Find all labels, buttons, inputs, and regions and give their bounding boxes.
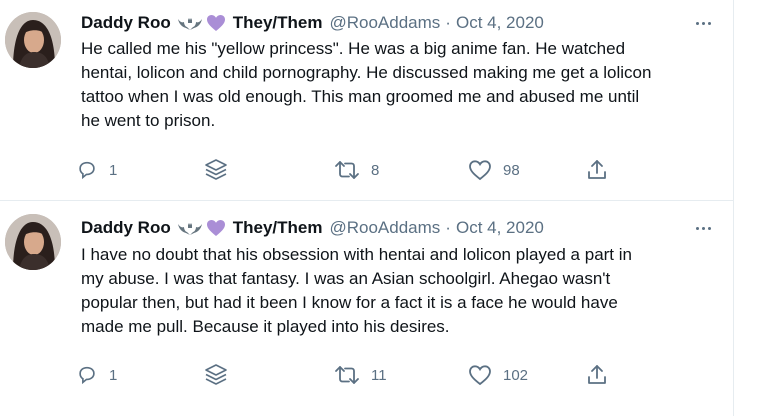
- like-count: 98: [503, 161, 520, 179]
- tweet-text: I have no doubt that his obsession with …: [81, 243, 721, 339]
- reply-count: 1: [109, 366, 118, 384]
- author-pronouns: They/Them: [232, 218, 323, 237]
- tweet-timeline: Daddy Roo They/Them @RooAddams · Oct 4, …: [0, 0, 768, 416]
- retweet-count: 8: [371, 161, 380, 179]
- tweet-text-line: I have no doubt that his obsession with …: [81, 245, 632, 264]
- like-button[interactable]: 98: [468, 156, 520, 184]
- stack-layers-icon: [203, 362, 229, 388]
- tweet-actions: 1: [76, 156, 636, 184]
- stack-button[interactable]: [203, 361, 229, 389]
- tweet-text-line: he went to prison.: [81, 111, 216, 130]
- like-button[interactable]: 102: [468, 361, 528, 389]
- tweet-text: He called me his "yellow princess". He w…: [81, 37, 721, 133]
- separator-dot: ·: [445, 218, 451, 237]
- tweet-text-line: tattoo when I was old enough. This man g…: [81, 87, 640, 106]
- timeline-right-border: [733, 0, 734, 416]
- author-pronouns: They/Them: [232, 13, 323, 32]
- retweet-icon: [334, 159, 360, 181]
- author-name[interactable]: Daddy Roo: [81, 217, 171, 239]
- bat-emoji-icon: [177, 220, 203, 236]
- heart-outline-icon: [468, 364, 492, 386]
- purple-heart-emoji-icon: [206, 14, 226, 32]
- purple-heart-emoji-icon: [206, 219, 226, 237]
- more-options-button[interactable]: [690, 221, 716, 235]
- more-dot: [695, 21, 699, 25]
- avatar[interactable]: [5, 214, 61, 270]
- retweet-button[interactable]: 8: [334, 156, 379, 184]
- tweet[interactable]: Daddy Roo They/Them @RooAddams · Oct 4, …: [0, 201, 733, 416]
- reply-count: 1: [109, 161, 118, 179]
- heart-outline-icon: [468, 159, 492, 181]
- share-button[interactable]: [585, 361, 609, 389]
- more-dot: [707, 21, 711, 25]
- tweet-text-line: hentai, lolicon and child pornography. H…: [81, 63, 652, 82]
- reply-bubble-icon: [76, 364, 98, 386]
- more-options-button[interactable]: [690, 16, 716, 30]
- tweet-text-line: my abuse. I was that fantasy. I was an A…: [81, 269, 611, 288]
- tweet-text-line: popular then, but had it been I know for…: [81, 293, 618, 312]
- tweet-date[interactable]: Oct 4, 2020: [456, 217, 544, 239]
- reply-button[interactable]: 1: [76, 361, 117, 389]
- tweet-text-line: made me pull. Because it played into his…: [81, 317, 450, 336]
- reply-bubble-icon: [76, 159, 98, 181]
- retweet-button[interactable]: 11: [334, 361, 387, 389]
- share-upload-icon: [585, 158, 609, 182]
- author-handle[interactable]: @RooAddams: [329, 217, 440, 239]
- stack-layers-icon: [203, 157, 229, 183]
- like-count: 102: [503, 366, 529, 384]
- separator-dot: ·: [445, 13, 451, 32]
- more-dot: [701, 21, 705, 25]
- more-dot: [701, 226, 705, 230]
- tweet-date[interactable]: Oct 4, 2020: [456, 12, 544, 34]
- retweet-count: 11: [371, 366, 387, 384]
- tweet-actions: 1: [76, 361, 636, 389]
- author-name[interactable]: Daddy Roo: [81, 12, 171, 34]
- tweet-header: Daddy Roo They/Them @RooAddams · Oct 4, …: [81, 12, 544, 34]
- tweet[interactable]: Daddy Roo They/Them @RooAddams · Oct 4, …: [0, 0, 733, 201]
- stack-button[interactable]: [203, 156, 229, 184]
- share-button[interactable]: [585, 156, 609, 184]
- retweet-icon: [334, 364, 360, 386]
- more-dot: [707, 226, 711, 230]
- more-dot: [695, 226, 699, 230]
- author-handle[interactable]: @RooAddams: [329, 12, 440, 34]
- avatar[interactable]: [5, 12, 61, 68]
- share-upload-icon: [585, 363, 609, 387]
- bat-emoji-icon: [177, 15, 203, 31]
- tweet-text-line: He called me his "yellow princess". He w…: [81, 39, 626, 58]
- tweet-header: Daddy Roo They/Them @RooAddams · Oct 4, …: [81, 217, 544, 239]
- reply-button[interactable]: 1: [76, 156, 117, 184]
